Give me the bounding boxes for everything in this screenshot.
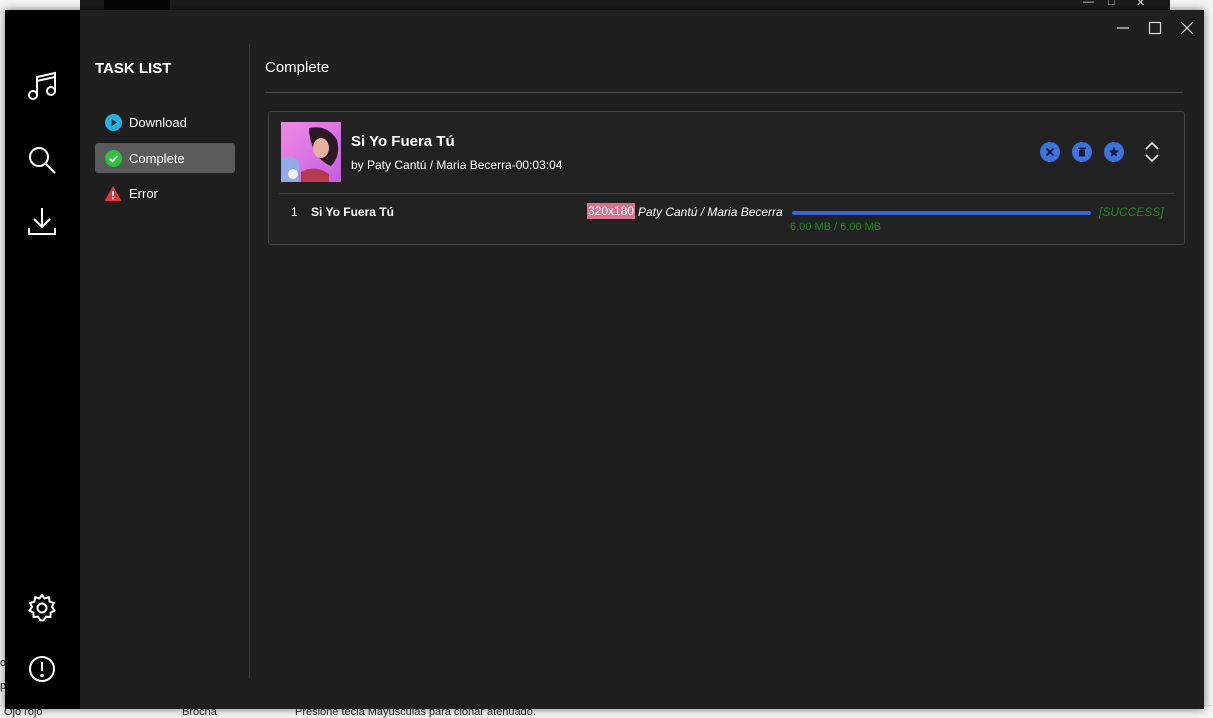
- task-card: Si Yo Fuera Tú by Paty Cantú / Maria Bec…: [268, 111, 1185, 245]
- background-close-icon: ✕: [1136, 0, 1146, 9]
- sidebar-item-download[interactable]: Download: [95, 107, 235, 137]
- warning-triangle-icon: [104, 184, 122, 202]
- background-window: [80, 0, 1170, 10]
- task-list-sidebar: TASK LIST Download Complete Error: [80, 10, 249, 709]
- expand-icon: [1145, 141, 1159, 163]
- page-title: Complete: [265, 59, 330, 76]
- sidebar-divider: [249, 44, 250, 678]
- maximize-button[interactable]: [1145, 18, 1165, 38]
- minimize-button[interactable]: [1113, 18, 1133, 38]
- background-minimize-icon: —: [1083, 0, 1094, 8]
- delete-button[interactable]: [1072, 142, 1092, 162]
- cancel-icon: [1045, 147, 1055, 157]
- sidebar-item-label: Download: [129, 114, 187, 130]
- app-window: TASK LIST Download Complete Error Comple…: [5, 10, 1204, 709]
- resolution-badge: 320x180: [587, 203, 636, 219]
- gear-icon[interactable]: [24, 590, 60, 626]
- close-button[interactable]: [1177, 18, 1197, 38]
- table-row: 1 Si Yo Fuera Tú 320x180 Paty Cantú / Ma…: [269, 200, 1184, 240]
- download-icon[interactable]: [24, 203, 60, 239]
- progress-bar: [792, 211, 1091, 215]
- music-note-icon[interactable]: [24, 68, 60, 104]
- row-track-name: Si Yo Fuera Tú: [311, 205, 394, 219]
- task-subtitle: by Paty Cantú / Maria Becerra-00:03:04: [351, 158, 563, 172]
- status-badge: [SUCCESS]: [1099, 205, 1164, 219]
- expand-button[interactable]: [1142, 140, 1162, 164]
- play-circle-icon: [104, 113, 122, 131]
- favorite-icon: [1108, 146, 1120, 157]
- check-circle-icon: [104, 149, 122, 167]
- info-icon[interactable]: [24, 651, 60, 687]
- cancel-button[interactable]: [1040, 142, 1060, 162]
- favorite-button[interactable]: [1104, 142, 1124, 162]
- album-thumbnail: [281, 122, 341, 182]
- icon-rail: [5, 10, 80, 709]
- task-title: Si Yo Fuera Tú: [351, 133, 455, 150]
- sidebar-item-complete[interactable]: Complete: [95, 143, 235, 173]
- search-icon[interactable]: [24, 142, 60, 178]
- header-divider: [265, 92, 1183, 93]
- row-artists: Paty Cantú / Maria Becerra: [638, 205, 783, 219]
- sidebar-title: TASK LIST: [95, 60, 172, 77]
- background-window-panel: [104, 0, 170, 10]
- background-maximize-icon: □: [1108, 0, 1115, 8]
- sidebar-item-error[interactable]: Error: [95, 178, 235, 208]
- download-size: 6.00 MB / 6.00 MB: [790, 221, 882, 233]
- sidebar-item-label: Error: [129, 185, 158, 201]
- card-divider: [279, 193, 1174, 194]
- sidebar-item-label: Complete: [129, 150, 185, 166]
- row-index: 1: [291, 205, 298, 219]
- delete-icon: [1078, 147, 1086, 157]
- progress-fill: [792, 211, 1091, 215]
